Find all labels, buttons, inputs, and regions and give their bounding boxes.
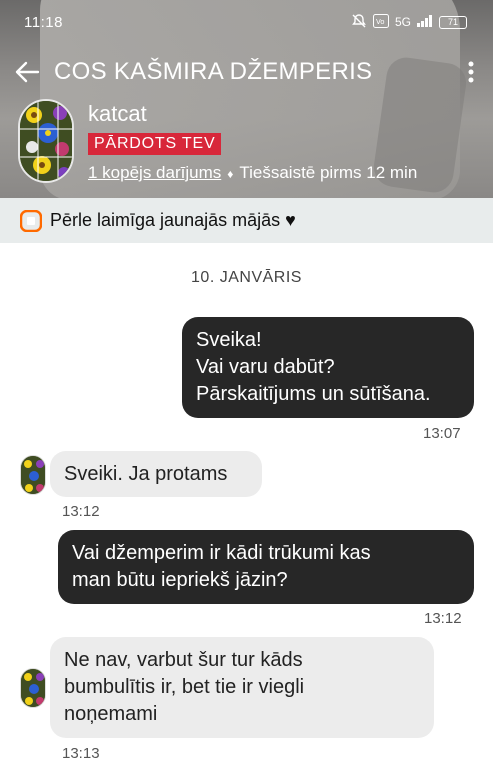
listing-title: COS KAŠMIRA DŽEMPERIS: [54, 58, 373, 85]
sender-avatar[interactable]: [20, 668, 46, 708]
outgoing-message[interactable]: Sveika! Vai varu dabūt? Pārskaitījums un…: [182, 317, 474, 418]
shared-deals-link[interactable]: 1 kopējs darījums: [88, 163, 221, 182]
more-options-button[interactable]: [449, 52, 493, 92]
date-separator: 10. JANVĀRIS: [191, 269, 302, 286]
message-line: man būtu iepriekš jāzin?: [72, 569, 288, 591]
battery-icon: 71: [439, 15, 467, 29]
online-status: Tiešsaistē pirms 12 min: [239, 163, 418, 182]
flower-avatar-icon: [21, 456, 45, 494]
sender-avatar[interactable]: [20, 455, 46, 495]
message-timestamp: 13:12: [424, 610, 462, 627]
message-timestamp: 13:12: [62, 503, 100, 520]
flower-avatar-icon: [20, 101, 72, 181]
message-line: Sveika!: [196, 329, 262, 351]
seller-username[interactable]: katcat: [88, 101, 147, 127]
message-timestamp: 13:07: [423, 425, 461, 442]
message-timestamp: 13:13: [62, 745, 100, 762]
incoming-message[interactable]: Sveiki. Ja protams: [50, 451, 262, 497]
notice-logo-icon: [20, 209, 42, 232]
signal-icon: [417, 14, 433, 30]
svg-text:Vo: Vo: [376, 18, 385, 26]
message-line: Vai džemperim ir kādi trūkumi kas: [72, 542, 371, 564]
meta-separator: ♦: [227, 167, 234, 181]
message-line: Ne nav, varbut šur tur kāds: [64, 649, 303, 671]
kebab-menu-icon: [468, 61, 474, 83]
sold-status-badge: PĀRDOTS TEV: [88, 133, 222, 155]
top-app-bar: COS KAŠMIRA DŽEMPERIS: [0, 52, 493, 92]
message-line: Pārskaitījums un sūtīšana.: [196, 383, 431, 405]
flower-avatar-icon: [21, 669, 45, 707]
message-line: Vai varu dabūt?: [196, 356, 335, 378]
notice-text: Pērle laimīga jaunajās mājās ♥: [50, 210, 296, 230]
info-notice-bar: Pērle laimīga jaunajās mājās ♥: [0, 198, 493, 243]
mute-icon: [351, 13, 367, 32]
incoming-message[interactable]: Ne nav, varbut šur tur kāds bumbulītis i…: [50, 637, 434, 738]
back-button[interactable]: [0, 52, 54, 92]
seller-meta: 1 kopējs darījums ♦ Tiešsaistē pirms 12 mi…: [88, 163, 417, 183]
message-line: noņemami: [64, 703, 158, 725]
status-bar: 11:18 Vo 5G 71: [0, 0, 493, 44]
volte-icon: Vo: [372, 13, 389, 31]
outgoing-message[interactable]: Vai džemperim ir kādi trūkumi kas man bū…: [58, 530, 474, 604]
listing-header: 11:18 Vo 5G 71 COS KAŠMIRA DŽEMPERIS kat…: [0, 0, 493, 198]
status-time: 11:18: [24, 13, 63, 31]
seller-avatar[interactable]: [18, 99, 74, 183]
status-icons: Vo 5G 71: [351, 13, 467, 32]
arrow-left-icon: [15, 61, 40, 83]
seller-profile: katcat PĀRDOTS TEV 1 kopējs darījums ♦ Tie…: [18, 99, 478, 189]
message-line: Sveiki. Ja protams: [64, 463, 228, 485]
message-line: bumbulītis ir, bet tie ir viegli: [64, 676, 305, 698]
network-type: 5G: [394, 15, 411, 29]
